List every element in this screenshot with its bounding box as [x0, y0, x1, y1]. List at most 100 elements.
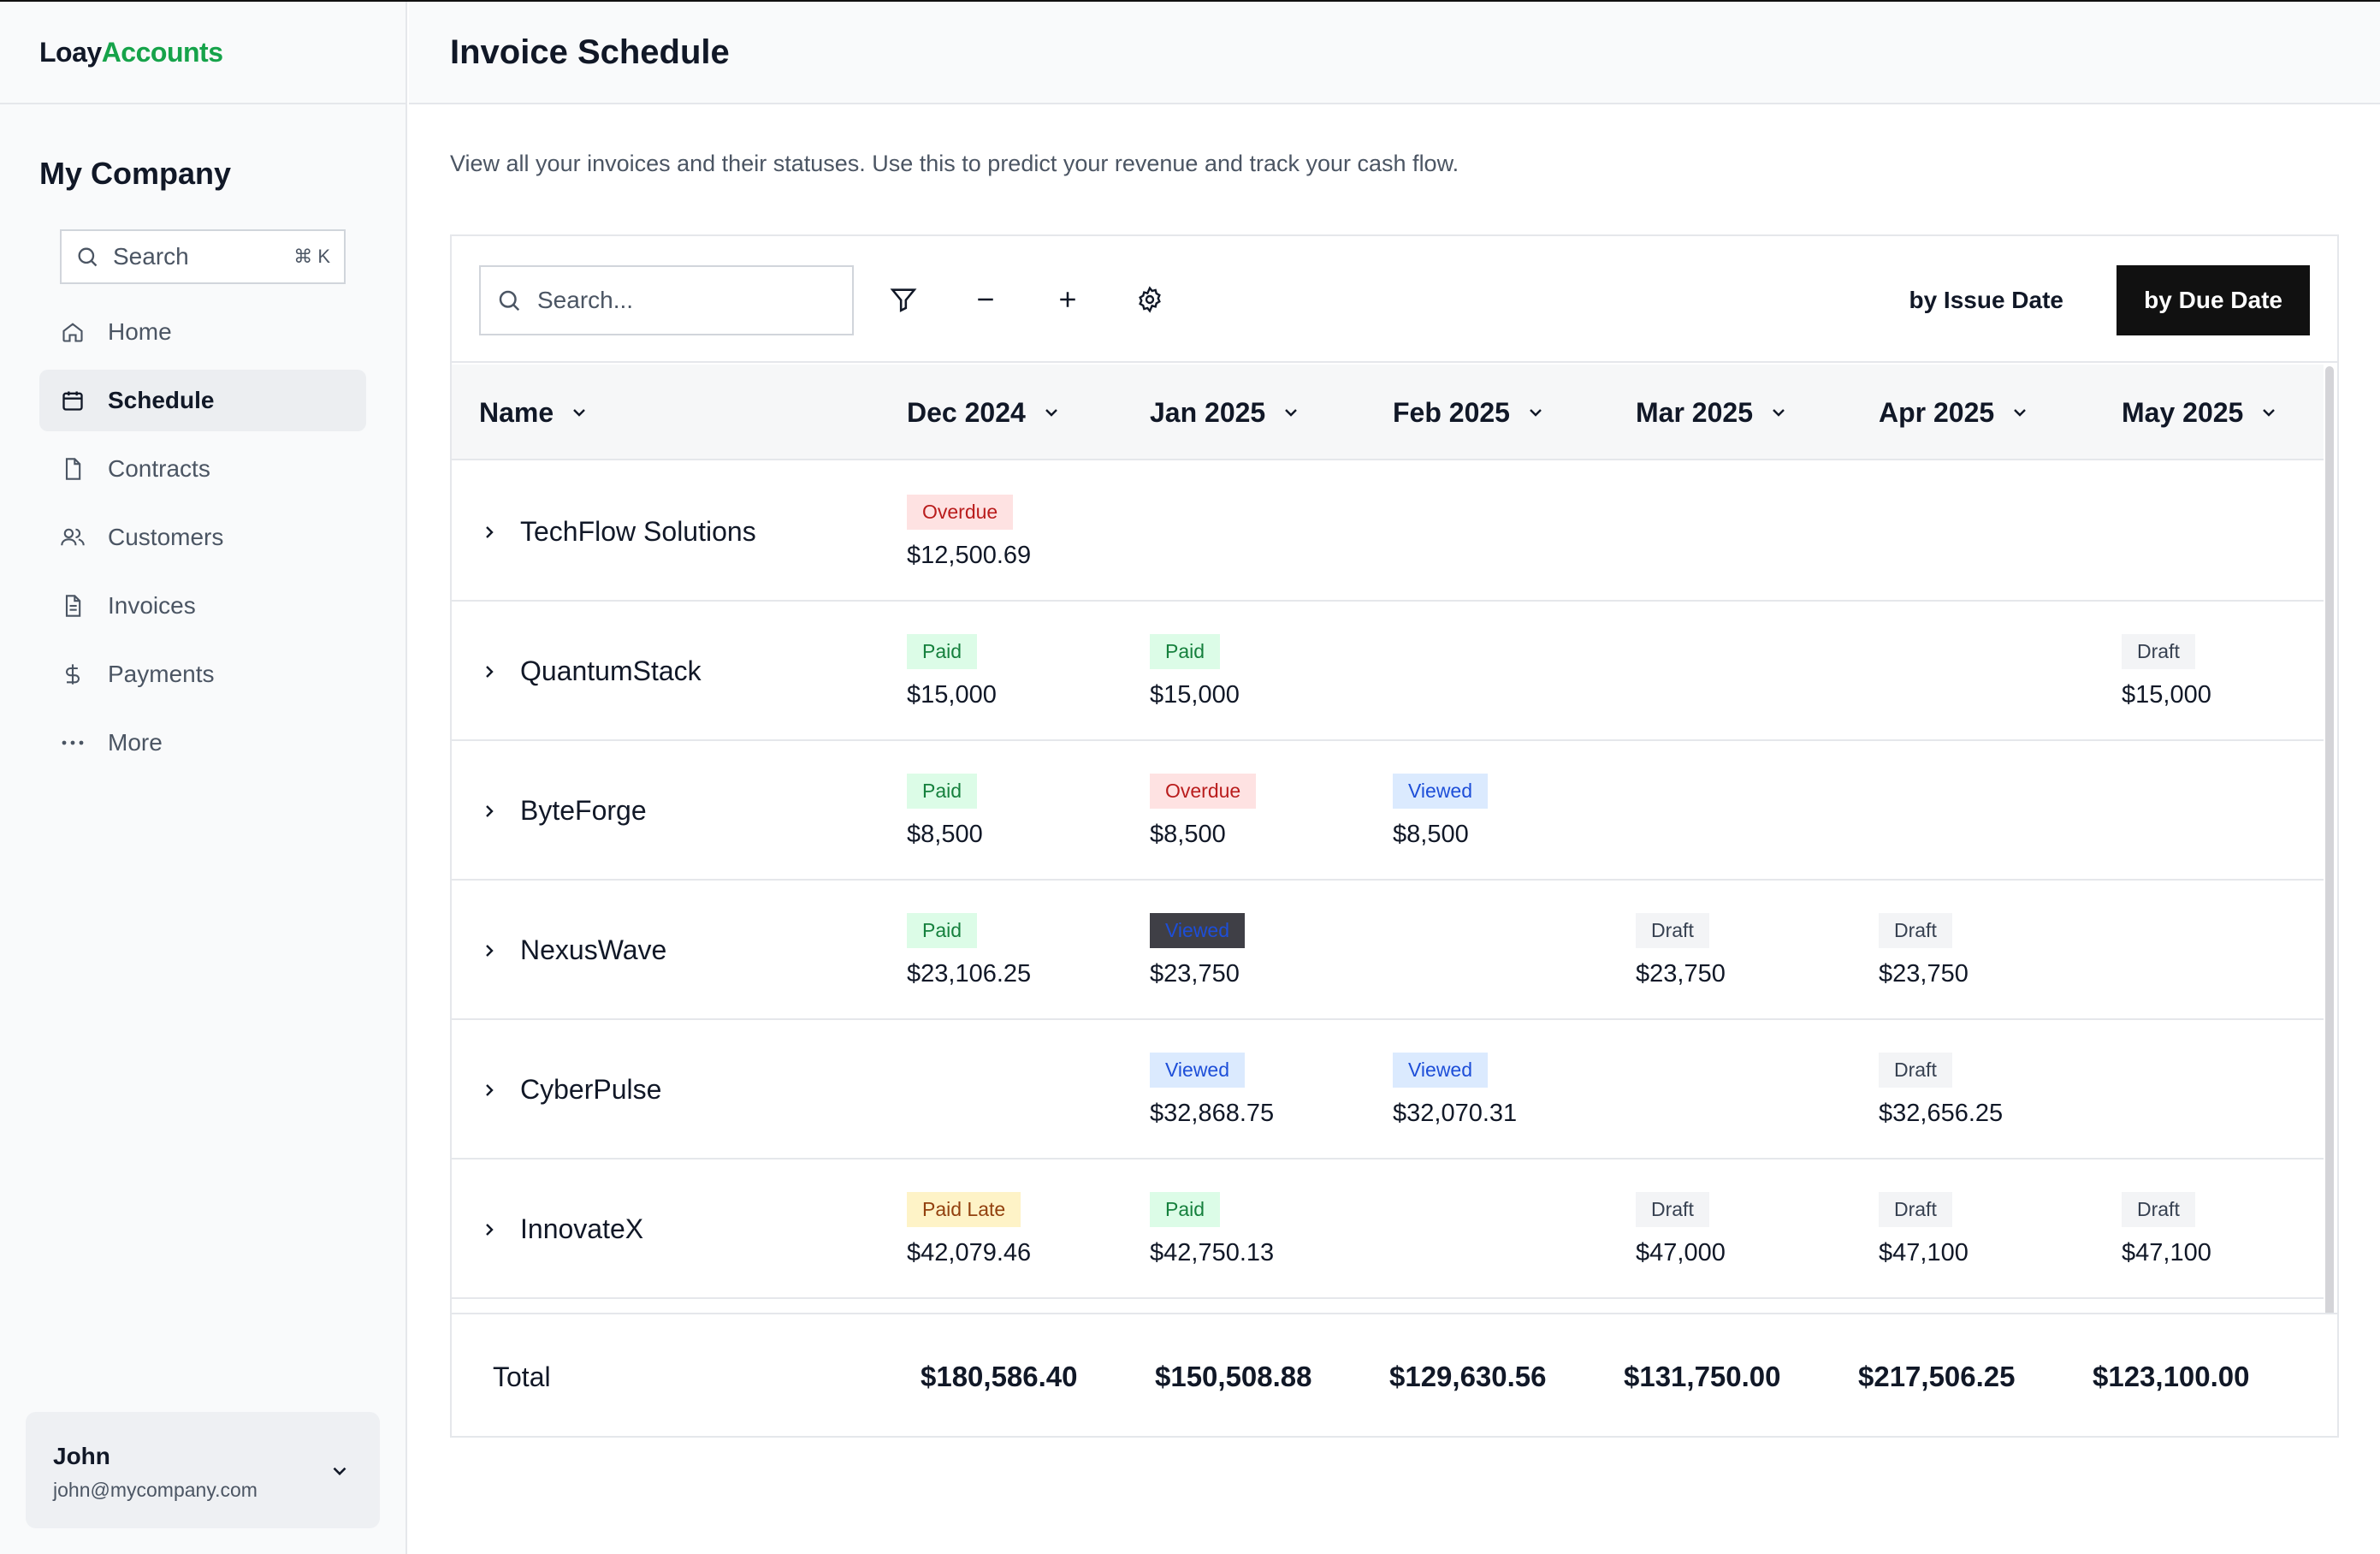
- invoice-amount: $15,000: [907, 681, 997, 709]
- expand-all-button[interactable]: [1047, 279, 1088, 320]
- row-expander[interactable]: ByteForge: [479, 741, 647, 881]
- sidebar-item-contracts[interactable]: Contracts: [39, 438, 366, 500]
- table-row[interactable]: NexusWave Paid $23,106.25 Viewed $23,750 Draf…: [452, 881, 2324, 1020]
- by-due-date-toggle[interactable]: by Due Date: [2117, 265, 2310, 335]
- invoice-cell[interactable]: Paid $23,106.25: [907, 913, 1031, 988]
- status-badge: Draft: [1636, 913, 1709, 948]
- status-badge: Draft: [1879, 913, 1952, 948]
- brand-name-part2: Accounts: [101, 36, 223, 68]
- sidebar-item-invoices[interactable]: Invoices: [39, 575, 366, 637]
- invoice-amount: $12,500.69: [907, 542, 1032, 569]
- users-icon: [60, 525, 86, 550]
- table-search-placeholder: Search...: [537, 287, 634, 313]
- invoice-cell[interactable]: Paid $15,000: [1150, 634, 1240, 709]
- chevron-down-icon: [1530, 409, 1542, 417]
- file-icon: [60, 456, 86, 482]
- invoice-cell[interactable]: Draft $47,000: [1636, 1192, 1726, 1267]
- column-header-label: Feb 2025: [1393, 396, 1510, 428]
- row-expander[interactable]: QuantumStack: [479, 602, 702, 741]
- status-badge: Paid: [907, 774, 978, 809]
- sidebar-item-home[interactable]: Home: [39, 301, 366, 363]
- collapse-all-button[interactable]: [965, 279, 1006, 320]
- column-header-month[interactable]: Dec 2024: [907, 365, 1062, 460]
- status-badge: Draft: [1879, 1053, 1952, 1088]
- user-email: john@mycompany.com: [53, 1479, 258, 1501]
- chevron-down-icon: [1285, 409, 1298, 417]
- column-header-month[interactable]: May 2025: [2122, 365, 2279, 460]
- sidebar-search[interactable]: Search ⌘ K: [60, 229, 346, 284]
- table-scrollbar[interactable]: [2325, 366, 2334, 1436]
- invoice-cell[interactable]: Viewed $32,070.31: [1393, 1053, 1517, 1128]
- by-issue-date-toggle[interactable]: by Issue Date: [1881, 265, 2091, 335]
- total-value: $150,508.88: [1155, 1361, 1312, 1392]
- total-label: Total: [493, 1361, 551, 1392]
- chevron-right-icon: [486, 944, 494, 957]
- invoice-amount: $15,000: [2122, 681, 2211, 709]
- status-badge: Draft: [2122, 634, 2195, 669]
- column-header-label: Mar 2025: [1636, 396, 1753, 428]
- total-value: $131,750.00: [1624, 1361, 1781, 1392]
- invoice-amount: $23,750: [1879, 960, 1969, 988]
- column-header-month[interactable]: Feb 2025: [1393, 365, 1546, 460]
- table-row[interactable]: TechFlow Solutions Overdue $12,500.69: [452, 462, 2324, 602]
- invoice-cell[interactable]: Viewed $8,500: [1393, 774, 1489, 849]
- row-expander[interactable]: CyberPulse: [479, 1020, 661, 1160]
- search-icon: [78, 247, 98, 267]
- invoice-cell[interactable]: Draft $23,750: [1636, 913, 1726, 988]
- chevron-down-icon: [333, 1467, 346, 1476]
- invoice-amount: $23,750: [1636, 960, 1726, 988]
- row-expander[interactable]: NexusWave: [479, 881, 666, 1020]
- sidebar-item-label: Payments: [108, 661, 215, 687]
- table-row[interactable]: QuantumStack Paid $15,000 Paid $15,000 Draft $…: [452, 602, 2324, 741]
- invoice-cell[interactable]: Draft $15,000: [2122, 634, 2211, 709]
- total-value: $180,586.40: [921, 1361, 1078, 1392]
- invoice-cell[interactable]: Viewed $32,868.75: [1150, 1053, 1274, 1128]
- invoice-cell[interactable]: Overdue $8,500: [1150, 774, 1257, 849]
- column-header-label: May 2025: [2122, 396, 2244, 428]
- total-value: $129,630.56: [1389, 1361, 1547, 1392]
- invoice-cell[interactable]: Paid $15,000: [907, 634, 997, 709]
- brand-logo[interactable]: Loay Accounts: [0, 2, 406, 104]
- invoice-cell[interactable]: Draft $47,100: [1879, 1192, 1969, 1267]
- invoice-cell[interactable]: Draft $23,750: [1879, 913, 1969, 988]
- chevron-right-icon: [486, 1083, 494, 1096]
- sidebar-item-more[interactable]: More: [39, 712, 366, 774]
- status-badge: Overdue: [907, 495, 1014, 530]
- invoice-amount: $32,656.25: [1879, 1100, 2004, 1127]
- table-search-input[interactable]: Search...: [479, 265, 854, 335]
- invoice-cell[interactable]: Overdue $12,500.69: [907, 495, 1031, 570]
- settings-button[interactable]: [1129, 279, 1170, 320]
- sidebar-item-payments[interactable]: Payments: [39, 644, 366, 705]
- total-value: $123,100.00: [2093, 1361, 2250, 1392]
- row-expander[interactable]: InnovateX: [479, 1160, 643, 1299]
- table-header: Name Dec 2024 Jan 2025 Feb 2025 Mar 2025…: [452, 365, 2324, 460]
- invoice-cell[interactable]: Paid $8,500: [907, 774, 983, 849]
- status-badge: Paid: [907, 913, 978, 948]
- sidebar-item-customers[interactable]: Customers: [39, 507, 366, 568]
- column-header-name[interactable]: Name: [479, 365, 589, 460]
- table-row[interactable]: CyberPulse Viewed $32,868.75 Viewed $32,070.…: [452, 1020, 2324, 1160]
- page-title: Invoice Schedule: [450, 33, 730, 71]
- status-badge: Viewed: [1150, 1053, 1246, 1088]
- invoice-amount: $15,000: [1150, 681, 1240, 709]
- invoice-cell[interactable]: Draft $47,100: [2122, 1192, 2211, 1267]
- invoice-cell[interactable]: Paid $42,750.13: [1150, 1192, 1274, 1267]
- invoice-amount: $42,750.13: [1150, 1239, 1275, 1266]
- search-icon: [499, 290, 520, 311]
- invoice-cell[interactable]: Viewed $23,750: [1150, 913, 1246, 988]
- column-header-month[interactable]: Apr 2025: [1879, 365, 2030, 460]
- invoice-cell[interactable]: Paid Late $42,079.46: [907, 1192, 1031, 1267]
- table-row[interactable]: ByteForge Paid $8,500 Overdue $8,500 Viewed $8…: [452, 741, 2324, 881]
- chevron-down-icon: [1045, 409, 1057, 417]
- dollar-icon: [60, 661, 86, 687]
- customer-name: InnovateX: [520, 1213, 644, 1244]
- filter-button[interactable]: [883, 279, 924, 320]
- column-header-month[interactable]: Mar 2025: [1636, 365, 1789, 460]
- user-menu[interactable]: John john@mycompany.com: [26, 1412, 380, 1528]
- sidebar-item-schedule[interactable]: Schedule: [39, 370, 366, 431]
- chevron-right-icon: [486, 525, 494, 538]
- row-expander[interactable]: TechFlow Solutions: [479, 462, 756, 602]
- table-row[interactable]: InnovateX Paid Late $42,079.46 Paid $42,750.…: [452, 1160, 2324, 1299]
- invoice-cell[interactable]: Draft $32,656.25: [1879, 1053, 2003, 1128]
- column-header-month[interactable]: Jan 2025: [1150, 365, 1301, 460]
